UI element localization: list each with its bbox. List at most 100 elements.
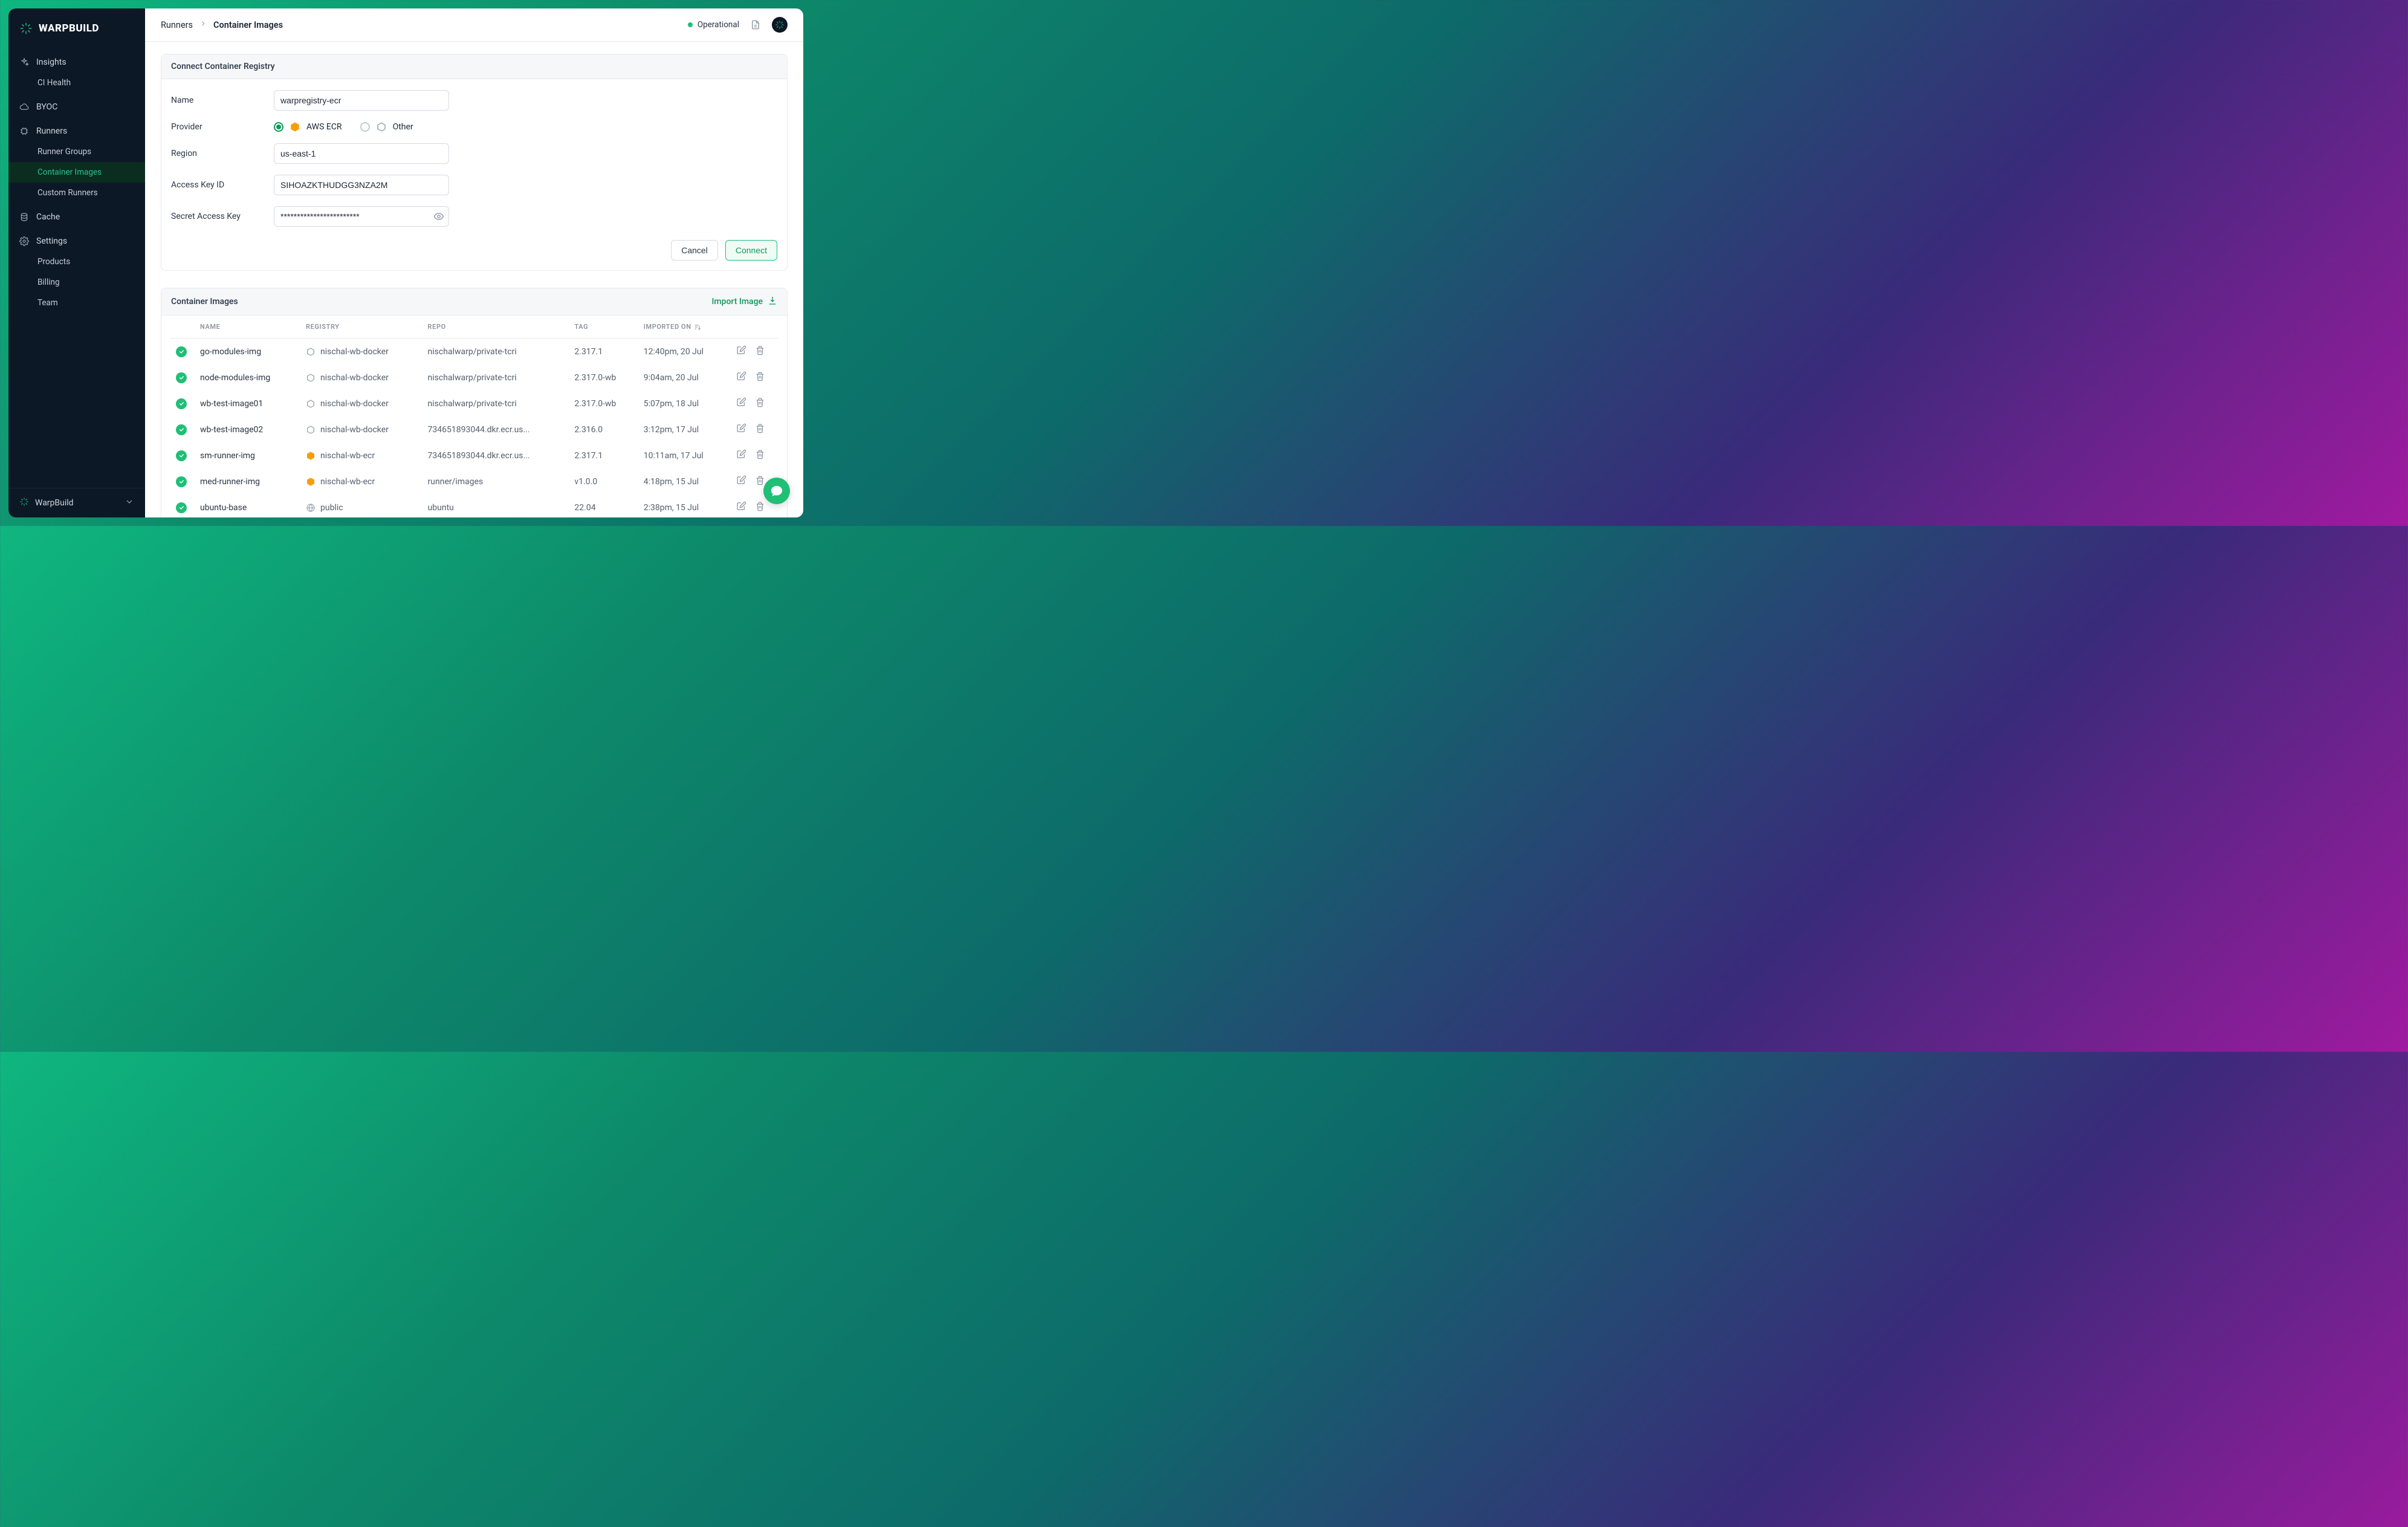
label-provider: Provider [171, 122, 274, 132]
secret-input[interactable] [274, 206, 449, 227]
provider-aws-option[interactable]: AWS ECR [274, 122, 342, 132]
cell-tag: 2.317.0-wb [568, 365, 637, 391]
gear-icon [19, 236, 29, 246]
cell-repo: nischalwarp/private-tcri [422, 339, 569, 365]
table-row[interactable]: wb-test-image01 nischal-wb-docker nischalw… [170, 391, 778, 417]
trash-icon[interactable] [755, 501, 765, 514]
eye-icon[interactable] [433, 211, 444, 222]
sidebar-item-ci-health[interactable]: CI Health [8, 73, 145, 93]
edit-icon[interactable] [736, 371, 746, 384]
trash-icon[interactable] [755, 423, 765, 436]
sidebar-item-byoc[interactable]: BYOC [8, 97, 145, 117]
provider-other-option[interactable]: Other [360, 122, 413, 132]
table-row[interactable]: wb-test-image02nischal-wb-docker73465189… [170, 417, 778, 443]
cell-registry: nischal-wb-docker [306, 399, 416, 409]
sidebar-item-runners[interactable]: Runners [8, 121, 145, 141]
edit-icon[interactable] [736, 501, 746, 514]
access-key-input[interactable] [274, 175, 449, 195]
sidebar-item-insights[interactable]: Insights [8, 52, 145, 73]
sparkle-icon [19, 57, 29, 67]
cell-repo: runner/images [422, 468, 569, 494]
edit-icon[interactable] [736, 397, 746, 410]
breadcrumb-root[interactable]: Runners [161, 20, 193, 30]
cell-registry: public [306, 503, 416, 513]
sidebar-item-settings[interactable]: Settings [8, 231, 145, 251]
avatar[interactable] [772, 17, 788, 33]
sidebar-item-products[interactable]: Products [8, 251, 145, 272]
cell-repo: nischalwarp/private-tcri [422, 391, 569, 417]
connect-button[interactable]: Connect [725, 240, 777, 261]
edit-icon[interactable] [736, 423, 746, 436]
connect-registry-panel: Connect Container Registry Name Provider… [161, 54, 788, 271]
cell-tag: 2.316.0 [568, 417, 637, 443]
cell-registry: nischal-wb-ecr [306, 451, 416, 461]
cell-registry: nischal-wb-docker [306, 373, 416, 383]
globe-icon [306, 503, 316, 513]
nav-label: CI Health [37, 78, 71, 88]
edit-icon[interactable] [736, 345, 746, 358]
status-ok-icon [176, 346, 187, 357]
cell-imported: 9:04am, 20 Jul [638, 365, 730, 391]
import-image-button[interactable]: Import Image [711, 296, 777, 308]
edit-icon[interactable] [736, 475, 746, 488]
cell-name: med-runner-img [194, 468, 300, 494]
cell-registry: nischal-wb-ecr [306, 477, 416, 487]
org-switcher[interactable]: WarpBuild [8, 488, 145, 517]
chevron-down-icon [125, 497, 134, 509]
status-label: Operational [697, 20, 739, 30]
docs-icon[interactable] [750, 19, 761, 30]
table-row[interactable]: ubuntu-basepublicubuntu22.042:38pm, 15 J… [170, 494, 778, 517]
trash-icon[interactable] [755, 371, 765, 384]
nav-label: Billing [37, 277, 60, 287]
trash-icon[interactable] [755, 345, 765, 358]
region-input[interactable] [274, 143, 449, 164]
sidebar-item-runner-groups[interactable]: Runner Groups [8, 141, 145, 162]
sidebar-nav: Insights CI Health BYOC Runners Runner G… [8, 46, 145, 488]
org-logo-icon [19, 497, 29, 509]
sidebar: WARPBUILD Insights CI Health BYOC Runner… [8, 8, 145, 517]
sidebar-item-custom-runners[interactable]: Custom Runners [8, 183, 145, 203]
col-repo: REPO [422, 316, 569, 339]
radio-checked-icon [274, 122, 283, 132]
trash-icon[interactable] [755, 449, 765, 462]
ecr-icon [306, 477, 316, 487]
cell-name: go-modules-img [194, 339, 300, 365]
cube-icon [306, 373, 316, 383]
cloud-icon [19, 102, 29, 112]
status-indicator[interactable]: Operational [688, 20, 739, 30]
nav-label: Custom Runners [37, 188, 98, 198]
status-dot-icon [688, 22, 693, 27]
sidebar-item-billing[interactable]: Billing [8, 272, 145, 293]
col-imported[interactable]: IMPORTED ON [638, 316, 730, 339]
sidebar-item-container-images[interactable]: Container Images [8, 162, 145, 183]
status-ok-icon [176, 476, 187, 487]
cell-repo: 734651893044.dkr.ecr.us... [422, 443, 569, 468]
table-row[interactable]: sm-runner-img nischal-wb-ecr 734651893044.… [170, 443, 778, 468]
status-ok-icon [176, 372, 187, 383]
radio-unchecked-icon [360, 122, 370, 132]
label-region: Region [171, 149, 274, 158]
cube-icon [306, 399, 316, 409]
edit-icon[interactable] [736, 449, 746, 462]
nav-label: Runner Groups [37, 147, 91, 157]
label-secret: Secret Access Key [171, 212, 274, 221]
table-row[interactable]: node-modules-imgnischal-wb-dockernischal… [170, 365, 778, 391]
table-row[interactable]: med-runner-img nischal-wb-ecr runner/image… [170, 468, 778, 494]
table-row[interactable]: go-modules-imgnischal-wb-dockernischalwa… [170, 339, 778, 365]
brand[interactable]: WARPBUILD [8, 8, 145, 46]
cube-icon [306, 347, 316, 357]
sort-desc-icon [694, 323, 701, 331]
sidebar-item-team[interactable]: Team [8, 293, 145, 313]
topbar: Runners Container Images Operational [145, 8, 803, 42]
chat-launcher[interactable] [763, 478, 790, 504]
images-panel-title: Container Images [171, 297, 238, 306]
cell-name: node-modules-img [194, 365, 300, 391]
trash-icon[interactable] [755, 397, 765, 410]
col-registry: REGISTRY [300, 316, 422, 339]
cell-name: sm-runner-img [194, 443, 300, 468]
nav-label: Container Images [37, 167, 102, 177]
name-input[interactable] [274, 90, 449, 111]
sidebar-item-cache[interactable]: Cache [8, 207, 145, 227]
cell-name: wb-test-image01 [194, 391, 300, 417]
cancel-button[interactable]: Cancel [671, 240, 718, 261]
